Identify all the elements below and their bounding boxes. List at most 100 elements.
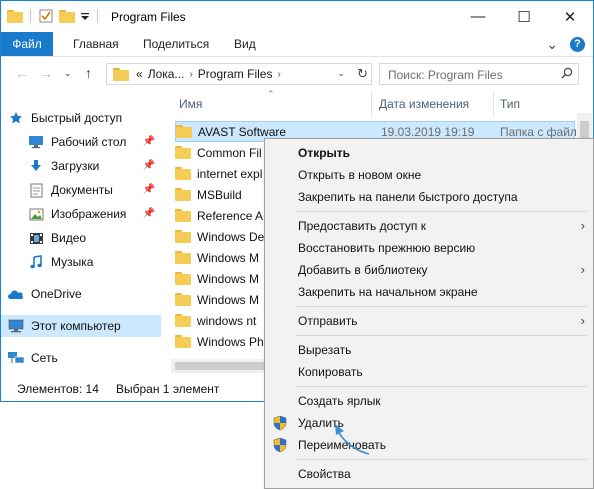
sidebar-item-documents[interactable]: Документы 📌	[1, 179, 161, 201]
tab-share[interactable]: Поделиться	[143, 32, 209, 56]
file-date: 19.03.2019 19:19	[381, 124, 475, 139]
network-icon	[7, 350, 25, 366]
menu-separator	[295, 335, 587, 336]
sidebar-item-this-pc[interactable]: Этот компьютер	[1, 315, 161, 337]
uac-shield-icon	[273, 415, 287, 431]
menu-item-pin-quick-access[interactable]: Закрепить на панели быстрого доступа	[265, 186, 593, 208]
file-name: Windows Ph	[197, 334, 264, 349]
pointer-arrow-icon	[335, 424, 370, 455]
menu-item-copy[interactable]: Копировать	[265, 361, 593, 383]
menu-item-give-access[interactable]: Предоставить доступ к ›	[265, 215, 593, 237]
submenu-arrow-icon: ›	[580, 218, 585, 233]
folder-icon	[175, 230, 191, 243]
pin-icon[interactable]: 📌	[143, 184, 155, 195]
navigation-bar: ← → ⌄ ↑ « Лока... › Program Files › ⌄ ↻ …	[1, 57, 593, 91]
search-icon[interactable]	[561, 67, 573, 79]
menu-item-properties[interactable]: Свойства	[265, 463, 593, 485]
sidebar-item-video[interactable]: Видео	[1, 227, 161, 249]
sidebar-item-music[interactable]: Музыка	[1, 251, 161, 273]
breadcrumb-overflow[interactable]: «	[136, 67, 143, 81]
sidebar-item-pictures[interactable]: Изображения 📌	[1, 203, 161, 225]
window-folder-icon	[7, 9, 23, 23]
ribbon-tabs: Файл Главная Поделиться Вид ⌄ ?	[1, 32, 593, 57]
menu-item-add-to-library[interactable]: Добавить в библиотеку ›	[265, 259, 593, 281]
breadcrumb-chevron-icon[interactable]: ›	[277, 69, 280, 80]
desktop-icon	[27, 134, 45, 150]
scroll-thumb[interactable]	[175, 362, 265, 370]
menu-item-delete[interactable]: Удалить	[265, 412, 593, 434]
window-title: Program Files	[111, 10, 186, 24]
new-folder-icon[interactable]	[59, 9, 75, 23]
recent-locations-icon[interactable]: ⌄	[64, 68, 72, 79]
ribbon-expand-icon[interactable]: ⌄	[546, 36, 558, 53]
help-icon[interactable]: ?	[570, 37, 585, 52]
title-bar[interactable]: Program Files — ☐ ✕	[1, 1, 593, 32]
column-header-name[interactable]: Имя	[179, 91, 369, 119]
forward-arrow-icon[interactable]: →	[39, 65, 53, 81]
folder-icon	[175, 209, 191, 222]
menu-item-cut[interactable]: Вырезать	[265, 339, 593, 361]
menu-item-send-to[interactable]: Отправить ›	[265, 310, 593, 332]
minimize-button[interactable]: —	[455, 1, 501, 32]
breadcrumb-program-files[interactable]: Program Files	[198, 67, 273, 81]
search-placeholder: Поиск: Program Files	[388, 68, 503, 82]
breadcrumb-local-disk[interactable]: Лока...	[148, 67, 185, 81]
pin-icon[interactable]: 📌	[143, 136, 155, 147]
maximize-button[interactable]: ☐	[501, 1, 547, 32]
nav-quick-access[interactable]: Быстрый доступ	[1, 107, 161, 129]
music-icon	[27, 254, 45, 270]
download-icon	[27, 158, 45, 174]
file-name: Reference A	[197, 208, 264, 223]
folder-icon	[176, 125, 192, 138]
menu-item-pin-start[interactable]: Закрепить на начальном экране	[265, 281, 593, 303]
properties-check-icon[interactable]	[38, 8, 54, 24]
refresh-icon[interactable]: ↻	[357, 66, 368, 82]
context-menu: Открыть Открыть в новом окне Закрепить н…	[264, 138, 594, 489]
file-name: Common Fil	[197, 145, 262, 160]
menu-item-restore-previous[interactable]: Восстановить прежнюю версию	[265, 237, 593, 259]
file-name: windows nt	[197, 313, 257, 328]
menu-item-rename[interactable]: Переименовать	[265, 434, 593, 456]
sidebar-item-onedrive[interactable]: OneDrive	[1, 283, 161, 305]
column-header-date[interactable]: Дата изменения	[379, 91, 491, 119]
menu-separator	[295, 211, 587, 212]
status-item-count: Элементов: 14	[17, 382, 99, 396]
address-bar[interactable]: « Лока... › Program Files › ⌄ ↻	[106, 63, 372, 85]
sidebar-item-downloads[interactable]: Загрузки 📌	[1, 155, 161, 177]
cloud-icon	[7, 286, 25, 302]
submenu-arrow-icon: ›	[580, 262, 585, 277]
close-button[interactable]: ✕	[547, 1, 593, 32]
navigation-pane: Быстрый доступ Рабочий стол 📌 Загрузки 📌…	[1, 91, 161, 373]
search-input[interactable]: Поиск: Program Files	[379, 63, 579, 85]
tab-view[interactable]: Вид	[234, 32, 256, 56]
menu-item-open-new-window[interactable]: Открыть в новом окне	[265, 164, 593, 186]
up-arrow-icon[interactable]: ↑	[85, 65, 92, 81]
breadcrumb-chevron-icon[interactable]: ›	[189, 69, 192, 80]
quick-access-toolbar	[7, 8, 100, 24]
file-name: MSBuild	[197, 187, 242, 202]
address-folder-icon	[113, 67, 129, 81]
column-header-type[interactable]: Тип	[500, 91, 580, 119]
menu-item-create-shortcut[interactable]: Создать ярлык	[265, 390, 593, 412]
tab-file[interactable]: Файл	[1, 32, 53, 56]
video-icon	[27, 230, 45, 246]
menu-separator	[295, 386, 587, 387]
sidebar-item-desktop[interactable]: Рабочий стол 📌	[1, 131, 161, 153]
back-arrow-icon[interactable]: ←	[15, 65, 29, 81]
customize-toolbar-icon[interactable]	[80, 10, 90, 22]
pin-icon[interactable]: 📌	[143, 208, 155, 219]
folder-icon	[175, 146, 191, 159]
address-dropdown-icon[interactable]: ⌄	[337, 68, 345, 79]
tab-home[interactable]: Главная	[73, 32, 119, 56]
file-name: Windows M	[197, 292, 260, 307]
folder-icon	[175, 293, 191, 306]
folder-icon	[175, 335, 191, 348]
sidebar-item-network[interactable]: Сеть	[1, 347, 161, 369]
file-type: Папка с файл	[500, 124, 577, 139]
documents-icon	[27, 182, 45, 198]
pin-icon[interactable]: 📌	[143, 160, 155, 171]
file-name: internet expl	[197, 166, 263, 181]
uac-shield-icon	[273, 437, 287, 453]
menu-item-open[interactable]: Открыть	[265, 142, 593, 164]
folder-icon	[175, 188, 191, 201]
